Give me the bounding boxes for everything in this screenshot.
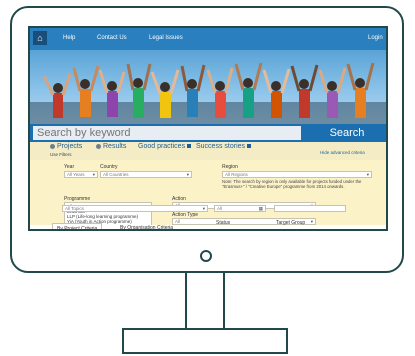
advanced-filters-panel: Year All Years ▾ Country All Countries ▾ R… <box>30 160 386 229</box>
power-button-icon <box>200 250 212 262</box>
monitor-stand-base <box>122 328 288 354</box>
status-select[interactable]: All ▦ <box>214 205 266 212</box>
country-select-value: All Countries <box>103 172 129 177</box>
use-filters-label: Use Filters <box>50 152 72 157</box>
tab-results[interactable]: Results <box>96 143 126 150</box>
region-note: Note: The search by region is only avail… <box>222 179 362 189</box>
search-bar: Search <box>30 124 386 142</box>
topic-select[interactable]: All Topics ▾ <box>62 205 208 212</box>
tab-success-stories-label: Success stories <box>196 143 246 150</box>
region-select[interactable]: All Regions ▾ <box>222 171 372 178</box>
tab-success-stories[interactable]: Success stories <box>196 143 252 150</box>
status-select-value: All <box>217 206 223 211</box>
country-select[interactable]: All Countries ▾ <box>100 171 192 178</box>
tab-good-practices[interactable]: Good practices <box>138 143 192 150</box>
tab-projects[interactable]: Projects <box>50 143 82 150</box>
nav-legal-issues[interactable]: Legal Issues <box>149 35 183 41</box>
search-button[interactable]: Search <box>311 126 383 140</box>
year-select-value: All Years <box>67 172 85 177</box>
tab-projects-label: Projects <box>57 143 83 150</box>
monitor-screen: ⌂ Help Contact Us Legal Issues Login Sea… <box>28 26 388 231</box>
result-type-tabs: Projects Results Good practices Success … <box>30 142 386 160</box>
tab-by-organisation-criteria[interactable]: By Organisation Criteria <box>116 223 177 229</box>
tab-by-project-criteria[interactable]: By Project Criteria <box>52 223 103 229</box>
hero-banner-image <box>30 50 386 124</box>
chevron-down-icon: ▾ <box>366 172 369 177</box>
top-navigation-bar: ⌂ Help Contact Us Legal Issues Login <box>30 28 386 50</box>
chevron-down-icon: ▾ <box>186 172 189 177</box>
search-input[interactable] <box>33 126 301 140</box>
country-label: Country <box>100 164 118 170</box>
calendar-icon: ▦ <box>258 206 263 211</box>
monitor-stand-neck <box>185 273 225 329</box>
tab-good-practices-label: Good practices <box>138 143 186 150</box>
home-icon[interactable]: ⌂ <box>33 31 47 45</box>
region-select-value: All Regions <box>225 172 248 177</box>
year-select[interactable]: All Years ▾ <box>64 171 98 178</box>
chevron-down-icon: ▾ <box>202 206 205 211</box>
info-icon <box>187 144 192 149</box>
radio-icon <box>96 143 101 149</box>
target-group-input[interactable] <box>274 205 346 212</box>
region-label: Region <box>222 164 238 170</box>
info-icon <box>247 144 252 149</box>
nav-login[interactable]: Login <box>368 35 383 41</box>
radio-icon <box>50 143 55 149</box>
nav-help[interactable]: Help <box>63 35 75 41</box>
year-label: Year <box>64 164 75 170</box>
nav-contact-us[interactable]: Contact Us <box>97 35 127 41</box>
topic-select-value: All Topics <box>65 206 84 211</box>
hide-advanced-criteria-link[interactable]: Hide advanced criteria <box>320 150 365 155</box>
tab-results-label: Results <box>103 143 127 150</box>
chevron-down-icon: ▾ <box>92 172 95 177</box>
crowd-photo <box>30 62 386 124</box>
